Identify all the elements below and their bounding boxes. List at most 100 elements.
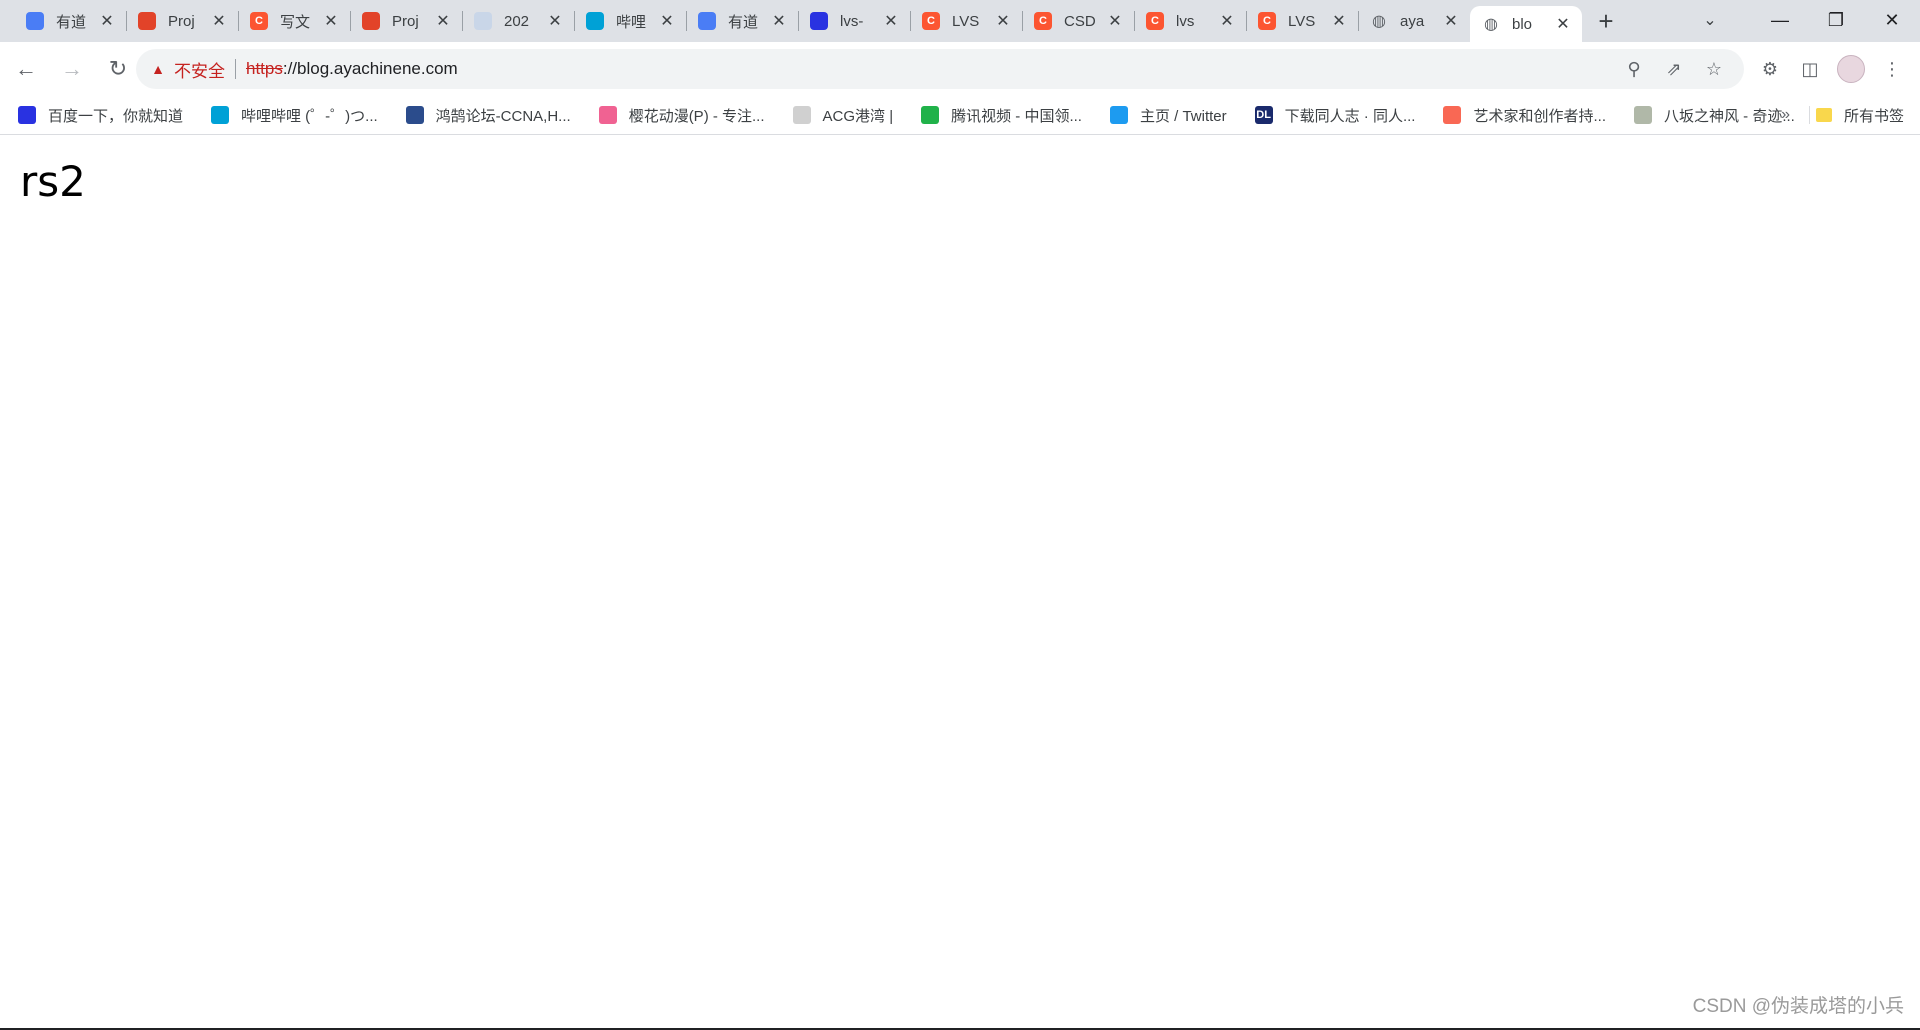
reload-button[interactable]: ↻ <box>98 49 138 89</box>
browser-tab[interactable]: 有道 ✕ <box>14 0 126 42</box>
tab-title: 有道 <box>56 13 87 31</box>
browser-tab[interactable]: C LVS ✕ <box>910 0 1022 42</box>
anime-avatar-icon <box>474 12 492 30</box>
extensions-icon[interactable]: ⚙ <box>1750 49 1790 89</box>
tab-title: CSD <box>1064 12 1096 30</box>
browser-tab[interactable]: C 写文 ✕ <box>238 0 350 42</box>
bookmark-item[interactable]: 鸿鹄论坛-CCNA,H... <box>388 105 581 126</box>
bookmark-label: 艺术家和创作者持... <box>1473 107 1606 125</box>
close-tab-icon[interactable]: ✕ <box>434 11 452 31</box>
url-host: ://blog.ayachinene.com <box>282 59 458 78</box>
close-tab-icon[interactable]: ✕ <box>546 11 564 31</box>
browser-tab[interactable]: ◍ aya ✕ <box>1358 0 1470 42</box>
close-tab-icon[interactable]: ✕ <box>1330 11 1348 31</box>
new-tab-button[interactable]: + <box>1588 3 1624 39</box>
close-tab-icon[interactable]: ✕ <box>994 11 1012 31</box>
bookmark-item[interactable]: 樱花动漫(P) - 专注... <box>581 105 775 126</box>
csdn-icon: C <box>1034 12 1052 30</box>
bookmark-item[interactable]: 腾讯视频 - 中国领... <box>903 105 1092 126</box>
folder-icon <box>1815 108 1832 122</box>
close-tab-icon[interactable]: ✕ <box>882 11 900 31</box>
share-icon[interactable]: ⇗ <box>1654 59 1694 80</box>
csdn-icon: C <box>1146 12 1164 30</box>
tab-title: Proj <box>392 12 419 30</box>
close-window-icon[interactable]: ✕ <box>1864 0 1920 40</box>
bookmark-item[interactable]: ACG港湾 | <box>775 105 904 126</box>
tab-title: LVS <box>1288 12 1316 30</box>
browser-tab[interactable]: lvs- ✕ <box>798 0 910 42</box>
tab-title: Proj <box>168 12 195 30</box>
restore-icon[interactable]: ❐ <box>1808 0 1864 40</box>
close-tab-icon[interactable]: ✕ <box>658 11 676 31</box>
profile-avatar[interactable] <box>1837 55 1865 83</box>
close-tab-icon[interactable]: ✕ <box>210 11 228 31</box>
url-scheme: https <box>246 59 283 78</box>
sakura-icon <box>598 106 617 124</box>
bookmarks-bar: 百度一下，你就知道 哔哩哔哩 (゜-゜)つ... 鸿鹄论坛-CCNA,H... 樱花动… <box>0 96 1920 135</box>
bookmark-label: 哔哩哔哩 (゜-゜)つ... <box>241 107 378 125</box>
close-tab-icon[interactable]: ✕ <box>1106 11 1124 31</box>
side-panel-icon[interactable]: ◫ <box>1790 49 1830 89</box>
bookmark-item[interactable]: 艺术家和创作者持... <box>1425 105 1616 126</box>
address-bar[interactable]: ▲ 不安全 https://blog.ayachinene.com ⚲ ⇗ ☆ <box>136 49 1744 89</box>
dl-icon: DL <box>1254 106 1273 124</box>
bookmark-label: 主页 / Twitter <box>1139 107 1227 125</box>
browser-tab[interactable]: 202 ✕ <box>462 0 574 42</box>
close-tab-icon[interactable]: ✕ <box>98 11 116 31</box>
browser-tab[interactable]: Proj ✕ <box>350 0 462 42</box>
bilibili-icon <box>211 106 230 124</box>
close-tab-icon[interactable]: ✕ <box>1218 11 1236 31</box>
browser-tab[interactable]: C LVS ✕ <box>1246 0 1358 42</box>
more-bookmarks-button[interactable]: » <box>1781 96 1790 134</box>
bookmark-label: 鸿鹄论坛-CCNA,H... <box>435 107 571 125</box>
bookmark-item[interactable]: 百度一下，你就知道 <box>0 105 193 126</box>
tab-strip: 有道 ✕ Proj ✕ C 写文 ✕ Proj ✕ 202 ✕ 哔哩 ✕ 有道 ✕ lvs- ✕ C LVS ✕ C CS… <box>0 0 1920 42</box>
bookmark-item[interactable]: DL 下载同人志 · 同人... <box>1237 105 1426 126</box>
close-tab-icon[interactable]: ✕ <box>322 11 340 31</box>
gitlab-icon <box>138 12 156 30</box>
tab-title: 202 <box>504 12 530 30</box>
zoom-icon[interactable]: ⚲ <box>1614 59 1654 80</box>
baidu-icon <box>18 106 36 124</box>
url-text[interactable]: https://blog.ayachinene.com <box>246 59 458 79</box>
window-controls: — ❐ ✕ <box>1752 0 1920 40</box>
browser-tab[interactable]: 哔哩 ✕ <box>574 0 686 42</box>
omnibox-actions: ⚲ ⇗ ☆ <box>1614 49 1734 89</box>
csdn-icon: C <box>250 12 268 30</box>
toolbar-right: ⚙ ◫ ⋮ <box>1750 49 1912 89</box>
bookmark-star-icon[interactable]: ☆ <box>1694 59 1734 80</box>
not-secure-label[interactable]: 不安全 <box>174 57 225 82</box>
all-bookmarks-button[interactable]: 所有书签 <box>1815 96 1904 134</box>
tab-title: 写文 <box>280 13 311 31</box>
bookmark-label: 下载同人志 · 同人... <box>1284 107 1416 125</box>
browser-tab[interactable]: C CSD ✕ <box>1022 0 1134 42</box>
csdn-icon: C <box>1258 12 1276 30</box>
tab-search-icon[interactable]: ⌄ <box>1690 0 1730 40</box>
browser-tab[interactable]: Proj ✕ <box>126 0 238 42</box>
minimize-icon[interactable]: — <box>1752 0 1808 40</box>
all-bookmarks-label: 所有书签 <box>1843 107 1904 125</box>
close-tab-icon[interactable]: ✕ <box>1554 14 1572 34</box>
browser-tab[interactable]: 有道 ✕ <box>686 0 798 42</box>
bookmark-item[interactable]: 八坂之神风 - 奇迹... <box>1616 105 1805 126</box>
warning-icon[interactable]: ▲ <box>150 61 166 77</box>
forum-icon <box>405 106 424 124</box>
tab-title: LVS <box>952 12 980 30</box>
forward-button[interactable]: → <box>52 49 92 89</box>
csdn-icon: C <box>922 12 940 30</box>
browser-toolbar: ← → ↻ ▲ 不安全 https://blog.ayachinene.com … <box>0 42 1920 96</box>
back-button[interactable]: ← <box>6 49 46 89</box>
bookmark-label: 百度一下，你就知道 <box>48 107 184 125</box>
divider <box>1809 106 1810 124</box>
tab-title: blo <box>1512 15 1533 33</box>
browser-tab[interactable]: Clvs ✕ <box>1134 0 1246 42</box>
close-tab-icon[interactable]: ✕ <box>1442 11 1460 31</box>
close-tab-icon[interactable]: ✕ <box>770 11 788 31</box>
bookmark-item[interactable]: 哔哩哔哩 (゜-゜)つ... <box>193 105 388 126</box>
bookmark-item[interactable]: 主页 / Twitter <box>1092 105 1237 126</box>
tab-title: aya <box>1400 12 1425 30</box>
menu-icon[interactable]: ⋮ <box>1872 49 1912 89</box>
watermark: CSDN @伪装成塔的小兵 <box>1692 996 1904 1017</box>
browser-tab[interactable]: ◍ blo ✕ <box>1470 6 1582 42</box>
acg-icon <box>792 106 811 124</box>
